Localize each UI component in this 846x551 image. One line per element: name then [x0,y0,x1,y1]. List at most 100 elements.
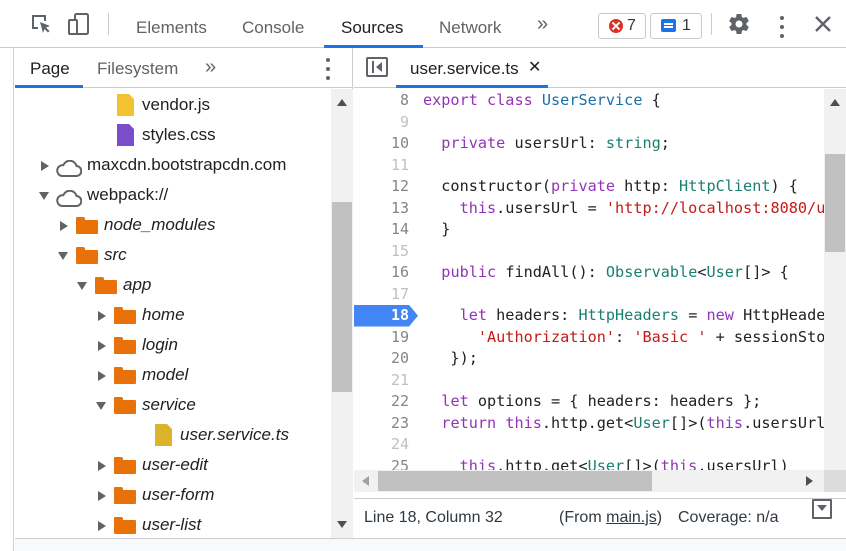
line-number[interactable]: 14 [354,219,409,241]
toggle-navigator-icon[interactable] [366,57,388,77]
line-number[interactable]: 18 [354,305,409,327]
code-line[interactable]: 12 constructor(private http: HttpClient)… [354,176,824,198]
scroll-up-arrow-icon[interactable] [337,99,347,106]
scroll-right-arrow-icon[interactable] [806,476,813,486]
expand-arrow-down-icon[interactable] [96,402,106,410]
tree-item[interactable]: webpack:// [15,180,331,210]
tab-page[interactable]: Page [30,48,70,88]
tree-item[interactable]: src [15,240,331,270]
close-devtools-icon[interactable] [811,12,835,36]
expand-arrow-right-icon[interactable] [98,311,106,321]
file-tab-user-service[interactable]: user.service.ts [410,48,519,88]
source-origin-link[interactable]: main.js [606,509,657,526]
code-line[interactable]: 25 this.http.get<User[]>(this.usersUrl) [354,456,824,471]
settings-gear-icon[interactable] [727,12,751,36]
tab-network[interactable]: Network [439,0,501,48]
customize-menu-icon[interactable] [780,16,784,38]
line-number[interactable]: 13 [354,198,409,220]
expand-arrow-right-icon[interactable] [60,221,68,231]
line-number[interactable]: 20 [354,348,409,370]
tree-item[interactable]: app [15,270,331,300]
code-line[interactable]: 10 private usersUrl: string; [354,133,824,155]
code-token: options = { headers: headers }; [477,392,762,410]
line-number[interactable]: 16 [354,262,409,284]
editor-vertical-scrollbar[interactable] [824,89,846,470]
code-line[interactable]: 16 public findAll(): Observable<User[]> … [354,262,824,284]
navigator-menu-icon[interactable] [326,58,330,80]
inspect-element-icon[interactable] [29,12,53,36]
code-line[interactable]: 22 let options = { headers: headers }; [354,391,824,413]
more-navigator-tabs-chevron-icon[interactable]: » [205,56,216,79]
tree-item[interactable]: user-form [15,480,331,510]
tree-item[interactable]: user-list [15,510,331,538]
navigator-scrollbar[interactable] [331,89,353,538]
tree-item[interactable]: vendor.js [15,90,331,120]
expand-arrow-right-icon[interactable] [98,341,106,351]
line-number[interactable]: 10 [354,133,409,155]
tab-console[interactable]: Console [242,0,304,48]
code-line[interactable]: 13 this.usersUrl = 'http://localhost:808… [354,198,824,220]
tree-item[interactable]: user.service.ts [15,420,331,450]
code-line[interactable]: 18 let headers: HttpHeaders = new HttpHe… [354,305,824,327]
messages-badge[interactable]: 1 [650,13,702,39]
line-number[interactable]: 15 [354,241,409,263]
tab-elements[interactable]: Elements [136,0,207,48]
line-number[interactable]: 19 [354,327,409,349]
expand-arrow-right-icon[interactable] [98,491,106,501]
expand-arrow-right-icon[interactable] [98,521,106,531]
line-number[interactable]: 12 [354,176,409,198]
tree-item[interactable]: model [15,360,331,390]
tree-item[interactable]: user-edit [15,450,331,480]
expand-arrow-right-icon[interactable] [98,461,106,471]
close-tab-icon[interactable]: ✕ [528,60,541,76]
line-number[interactable]: 17 [354,284,409,306]
code-line[interactable]: 21 [354,370,824,392]
more-tabs-chevron-icon[interactable]: » [537,13,548,36]
line-number[interactable]: 9 [354,112,409,134]
code-line[interactable]: 9 [354,112,824,134]
code-line[interactable]: 19 'Authorization': 'Basic ' + sessionSt… [354,327,824,349]
code-line[interactable]: 20 }); [354,348,824,370]
device-toolbar-icon[interactable] [67,12,91,36]
line-number[interactable]: 25 [354,456,409,471]
scrollbar-thumb[interactable] [378,471,652,491]
tab-sources[interactable]: Sources [341,0,403,48]
tree-item[interactable]: maxcdn.bootstrapcdn.com [15,150,331,180]
line-number[interactable]: 21 [354,370,409,392]
cloud-icon [55,157,83,177]
code-line[interactable]: 24 [354,434,824,456]
code-line[interactable]: 23 return this.http.get<User[]>(this.use… [354,413,824,435]
scrollbar-thumb[interactable] [825,154,845,252]
code-line[interactable]: 17 [354,284,824,306]
expand-arrow-right-icon[interactable] [41,161,49,171]
tree-item[interactable]: styles.css [15,120,331,150]
tree-item[interactable]: node_modules [15,210,331,240]
line-number[interactable]: 22 [354,391,409,413]
expand-arrow-down-icon[interactable] [58,252,68,260]
scrollbar-thumb[interactable] [332,202,352,392]
expand-arrow-down-icon[interactable] [39,192,49,200]
expand-arrow-right-icon[interactable] [98,371,106,381]
code-area[interactable]: 8 export class UserService {9 10 private u… [354,89,824,470]
line-number[interactable]: 23 [354,413,409,435]
tab-filesystem[interactable]: Filesystem [97,48,178,88]
code-line[interactable]: 8 export class UserService { [354,90,824,112]
scroll-up-arrow-icon[interactable] [830,99,840,106]
line-number[interactable]: 11 [354,155,409,177]
line-number[interactable]: 24 [354,434,409,456]
expand-arrow-down-icon[interactable] [77,282,87,290]
scroll-down-arrow-icon[interactable] [337,521,347,528]
coverage-toggle-icon[interactable] [812,499,832,519]
code-line[interactable]: 14 } [354,219,824,241]
editor-horizontal-scrollbar[interactable] [354,470,824,492]
code-token: .usersUrl = [496,198,606,217]
line-number[interactable]: 8 [354,90,409,112]
code-line[interactable]: 15 [354,241,824,263]
errors-badge[interactable]: 7 [598,13,646,39]
tree-item[interactable]: service [15,390,331,420]
tree-item[interactable]: login [15,330,331,360]
code-token: Observable [605,263,698,281]
tree-item[interactable]: home [15,300,331,330]
scroll-left-arrow-icon[interactable] [362,476,369,486]
code-line[interactable]: 11 [354,155,824,177]
